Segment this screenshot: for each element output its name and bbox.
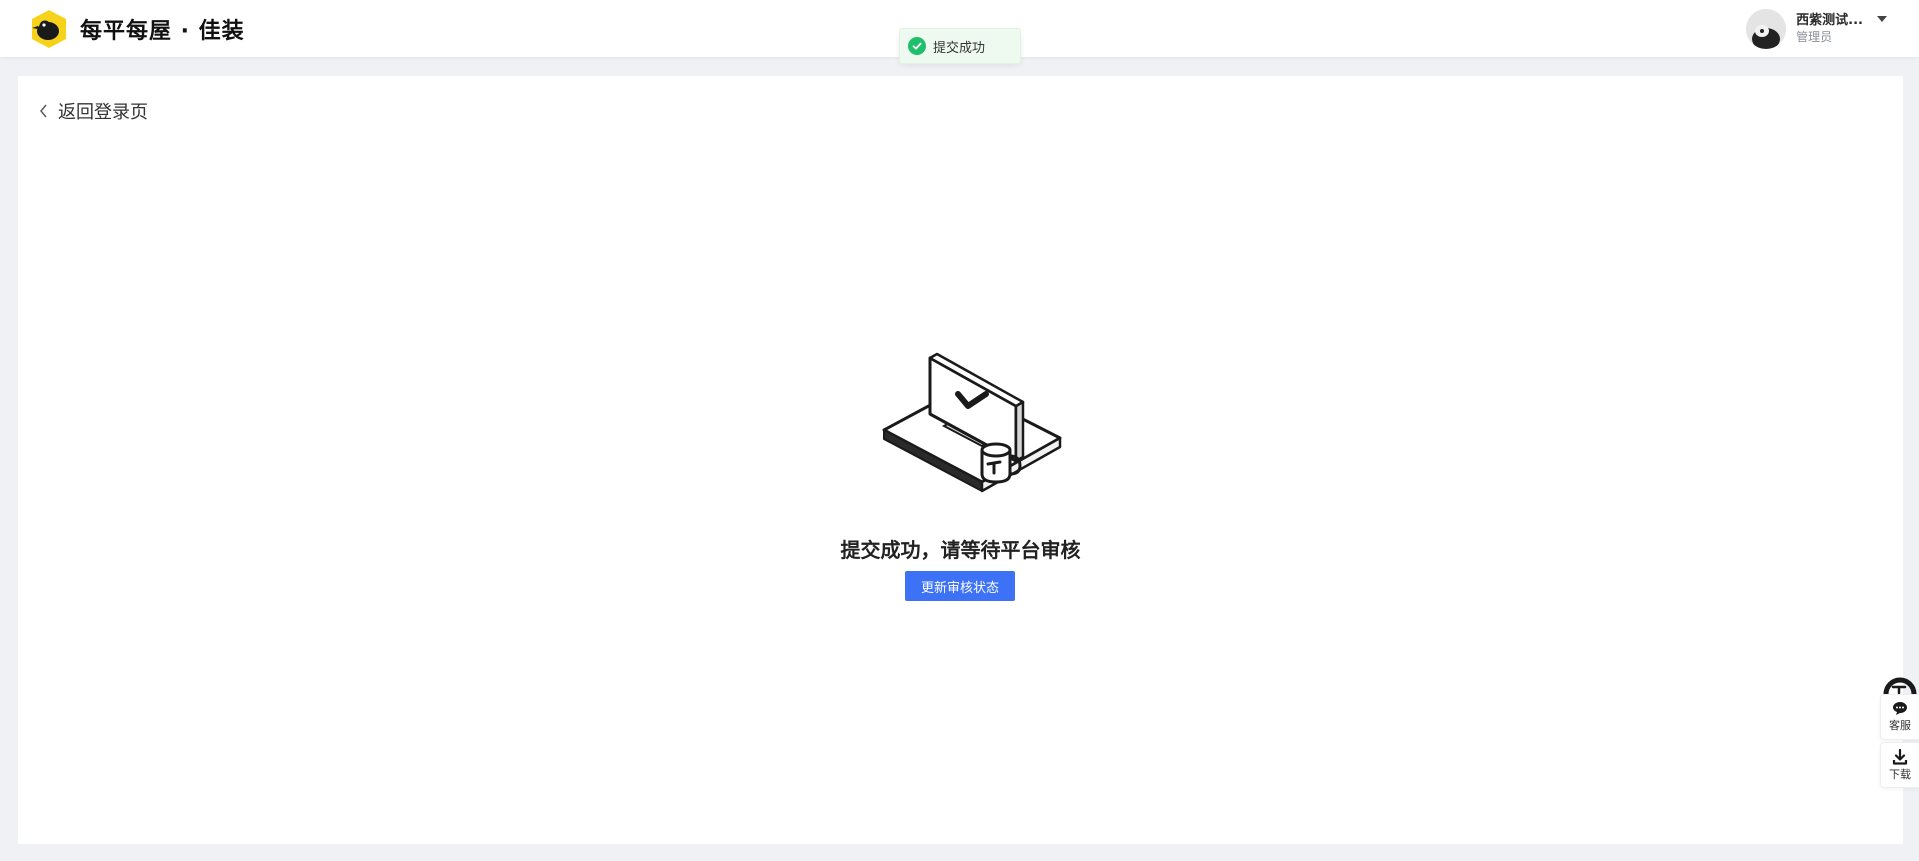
refresh-review-status-button[interactable]: 更新审核状态	[905, 571, 1015, 601]
back-to-login-link[interactable]: 返回登录页	[38, 98, 148, 124]
toast-message: 提交成功	[933, 40, 986, 56]
user-menu[interactable]: 西紫测试... 管理员	[1746, 8, 1887, 50]
customer-service-button[interactable]: 客服	[1880, 694, 1919, 740]
brand-logo[interactable]: 每平每屋 · 佳装	[28, 8, 245, 50]
floating-toolbar: 客服 下载	[1880, 672, 1919, 790]
computer-check-illustration	[882, 352, 1062, 493]
avatar-image-icon	[1746, 9, 1787, 49]
chevron-left-icon	[40, 104, 47, 118]
brand-name: 每平每屋 · 佳装	[80, 19, 245, 44]
user-role: 管理员	[1796, 29, 1833, 44]
download-button[interactable]: 下载	[1880, 742, 1919, 788]
result-title: 提交成功，请等待平台审核	[840, 538, 1081, 562]
caret-down-icon[interactable]	[1877, 16, 1887, 22]
service-label: 客服	[1889, 719, 1911, 732]
download-icon	[1892, 748, 1908, 765]
avatar[interactable]	[1746, 9, 1787, 49]
success-toast: 提交成功	[899, 28, 1021, 64]
user-name: 西紫测试...	[1796, 12, 1863, 28]
download-label: 下载	[1889, 767, 1911, 781]
chat-bubble-icon	[1893, 702, 1907, 715]
back-label: 返回登录页	[58, 102, 148, 123]
bird-logo-icon	[32, 10, 66, 48]
check-circle-icon	[908, 37, 926, 55]
headset-icon[interactable]	[1880, 672, 1919, 694]
user-info: 西紫测试... 管理员	[1796, 13, 1863, 45]
main-panel: 返回登录页 提交成功，请等待平台审核 更新审核状态	[18, 76, 1903, 844]
